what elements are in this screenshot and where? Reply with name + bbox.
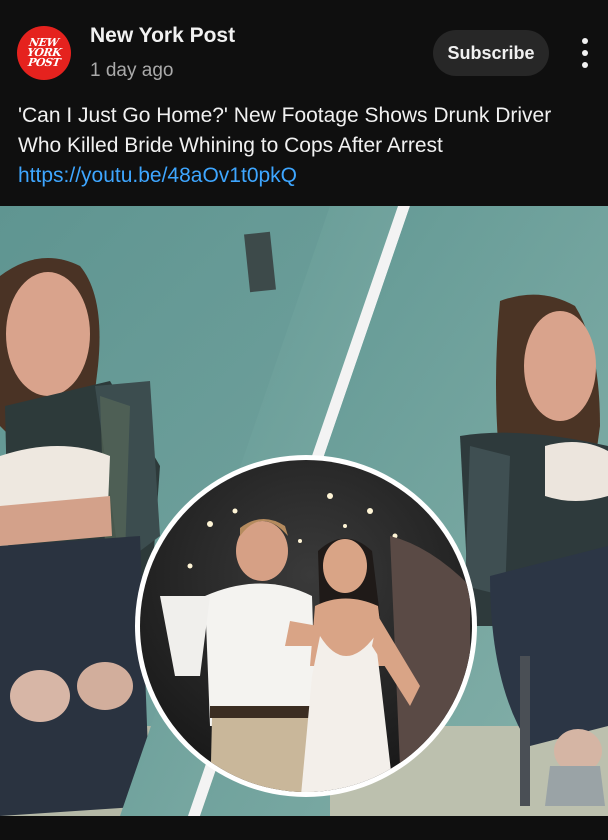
channel-name[interactable]: New York Post (90, 24, 235, 48)
post-title: 'Can I Just Go Home?' New Footage Shows … (18, 104, 552, 157)
more-vertical-icon[interactable] (568, 38, 602, 68)
avatar-logo-line: POST (27, 56, 61, 69)
post-link[interactable]: https://youtu.be/48aOv1t0pkQ (18, 161, 297, 191)
post-timestamp: 1 day ago (90, 60, 174, 81)
bottom-bar (0, 816, 608, 840)
channel-avatar[interactable]: NEW YORK POST (17, 26, 71, 80)
thumbnail-illustration (0, 206, 608, 816)
post-body: 'Can I Just Go Home?' New Footage Shows … (18, 101, 598, 191)
post-header: NEW YORK POST New York Post 1 day ago Su… (0, 0, 608, 100)
subscribe-button[interactable]: Subscribe (433, 30, 549, 76)
post-thumbnail-image[interactable] (0, 206, 608, 816)
